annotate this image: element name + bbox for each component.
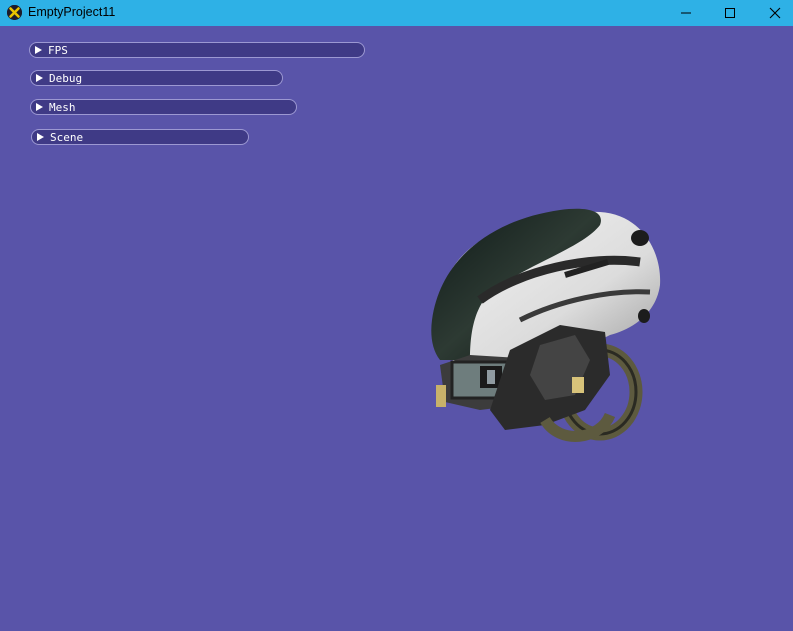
helmet-model bbox=[431, 208, 661, 442]
maximize-icon bbox=[725, 8, 735, 18]
minimize-button[interactable] bbox=[663, 0, 709, 26]
maximize-button[interactable] bbox=[707, 0, 753, 26]
title-bar[interactable]: EmptyProject11 bbox=[0, 0, 793, 26]
minimize-icon bbox=[681, 12, 691, 14]
render-viewport[interactable] bbox=[0, 26, 793, 627]
close-icon bbox=[769, 7, 781, 19]
close-button[interactable] bbox=[752, 0, 793, 26]
directx-logo-icon bbox=[7, 5, 22, 20]
window-title: EmptyProject11 bbox=[28, 5, 116, 19]
